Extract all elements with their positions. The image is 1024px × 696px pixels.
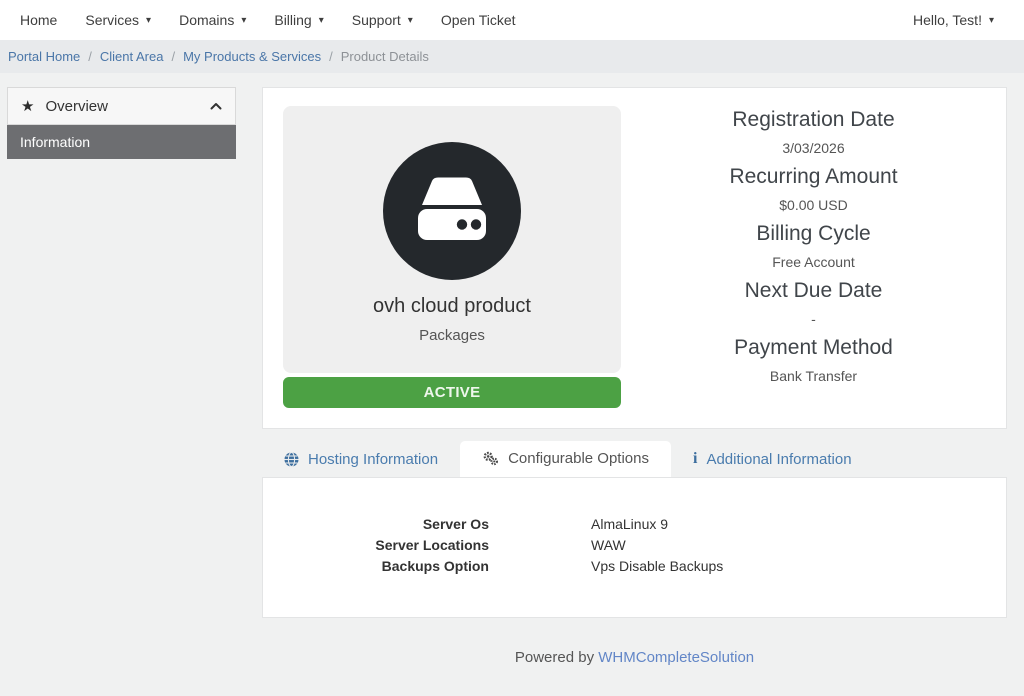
detail-value: Bank Transfer	[621, 368, 1006, 384]
chevron-up-icon	[210, 102, 222, 110]
nav-menu: Home Services ▾ Domains ▾ Billing ▾ Supp…	[6, 0, 530, 40]
sidebar-panel-title: Overview	[45, 98, 108, 115]
config-option-label: Server Os	[263, 514, 489, 535]
detail-value: $0.00 USD	[621, 197, 1006, 213]
config-option-value: AlmaLinux 9	[591, 514, 668, 535]
config-option-value: WAW	[591, 535, 626, 556]
nav-item-open-ticket[interactable]: Open Ticket	[427, 0, 530, 40]
tab-bar: Hosting Information Configurable Options…	[262, 441, 1007, 477]
detail-label: Recurring Amount	[621, 165, 1006, 189]
detail-value: -	[621, 311, 1006, 327]
page-footer: Powered by WHMCompleteSolution	[262, 649, 1007, 666]
footer-text: Powered by	[515, 649, 594, 666]
globe-icon	[284, 452, 299, 467]
config-option-value: Vps Disable Backups	[591, 556, 723, 577]
tab-hosting-information[interactable]: Hosting Information	[262, 441, 460, 477]
config-option-label: Server Locations	[263, 535, 489, 556]
config-option-row: Server Locations WAW	[263, 535, 1006, 556]
breadcrumb-link-client-area[interactable]: Client Area	[100, 49, 164, 64]
breadcrumb-current: Product Details	[341, 49, 429, 64]
tab-additional-information[interactable]: i Additional Information	[671, 441, 874, 477]
caret-down-icon: ▾	[408, 16, 413, 26]
top-navbar: Home Services ▾ Domains ▾ Billing ▾ Supp…	[0, 0, 1024, 40]
tab-label: Configurable Options	[508, 450, 649, 467]
nav-item-home[interactable]: Home	[6, 0, 71, 40]
config-option-row: Backups Option Vps Disable Backups	[263, 556, 1006, 577]
nav-item-label: Services	[85, 12, 139, 28]
nav-item-label: Open Ticket	[441, 12, 516, 28]
nav-item-billing[interactable]: Billing ▾	[260, 0, 337, 40]
main-content: ovh cloud product Packages ACTIVE Regist…	[262, 87, 1007, 666]
product-card-column: ovh cloud product Packages ACTIVE	[283, 106, 621, 408]
sidebar-item-label: Information	[20, 134, 90, 150]
nav-item-label: Domains	[179, 12, 234, 28]
nav-item-label: Billing	[274, 12, 311, 28]
nav-item-support[interactable]: Support ▾	[338, 0, 427, 40]
sidebar-item-information[interactable]: Information	[7, 125, 236, 159]
nav-item-services[interactable]: Services ▾	[71, 0, 165, 40]
product-group: Packages	[293, 327, 611, 344]
detail-label: Payment Method	[621, 336, 1006, 360]
info-icon: i	[693, 450, 697, 468]
config-option-label: Backups Option	[263, 556, 489, 577]
tab-label: Hosting Information	[308, 451, 438, 468]
cogs-icon	[482, 451, 499, 466]
configurable-options-panel: Server Os AlmaLinux 9 Server Locations W…	[262, 477, 1007, 618]
detail-value: 3/03/2026	[621, 140, 1006, 156]
product-name: ovh cloud product	[293, 295, 611, 318]
product-overview-panel: ovh cloud product Packages ACTIVE Regist…	[262, 87, 1007, 429]
breadcrumb-separator: /	[88, 49, 92, 64]
detail-label: Next Due Date	[621, 279, 1006, 303]
sidebar: ★ Overview Information	[7, 87, 236, 159]
breadcrumb-separator: /	[171, 49, 175, 64]
detail-label: Registration Date	[621, 108, 1006, 132]
user-menu-label: Hello, Test!	[913, 12, 982, 28]
nav-item-label: Home	[20, 12, 57, 28]
status-badge: ACTIVE	[283, 377, 621, 408]
sidebar-panel-overview[interactable]: ★ Overview	[7, 87, 236, 125]
user-menu[interactable]: Hello, Test! ▾	[899, 0, 1008, 40]
product-card: ovh cloud product Packages	[283, 106, 621, 373]
star-icon: ★	[21, 97, 34, 115]
caret-down-icon: ▾	[146, 16, 151, 26]
product-details-column: Registration Date 3/03/2026 Recurring Am…	[621, 106, 1006, 408]
detail-label: Billing Cycle	[621, 222, 1006, 246]
tab-configurable-options[interactable]: Configurable Options	[460, 441, 671, 477]
nav-item-domains[interactable]: Domains ▾	[165, 0, 260, 40]
caret-down-icon: ▾	[989, 16, 994, 26]
caret-down-icon: ▾	[319, 16, 324, 26]
breadcrumb-link-portal-home[interactable]: Portal Home	[8, 49, 80, 64]
nav-item-label: Support	[352, 12, 401, 28]
config-option-row: Server Os AlmaLinux 9	[263, 514, 1006, 535]
tab-label: Additional Information	[706, 451, 851, 468]
caret-down-icon: ▾	[241, 16, 246, 26]
detail-value: Free Account	[621, 254, 1006, 270]
breadcrumb-link-my-products[interactable]: My Products & Services	[183, 49, 321, 64]
breadcrumb: Portal Home / Client Area / My Products …	[0, 40, 1024, 73]
breadcrumb-separator: /	[329, 49, 333, 64]
page-body: ★ Overview Information	[0, 73, 1024, 666]
server-drive-icon	[382, 141, 522, 281]
footer-link-whmcs[interactable]: WHMCompleteSolution	[598, 649, 754, 666]
